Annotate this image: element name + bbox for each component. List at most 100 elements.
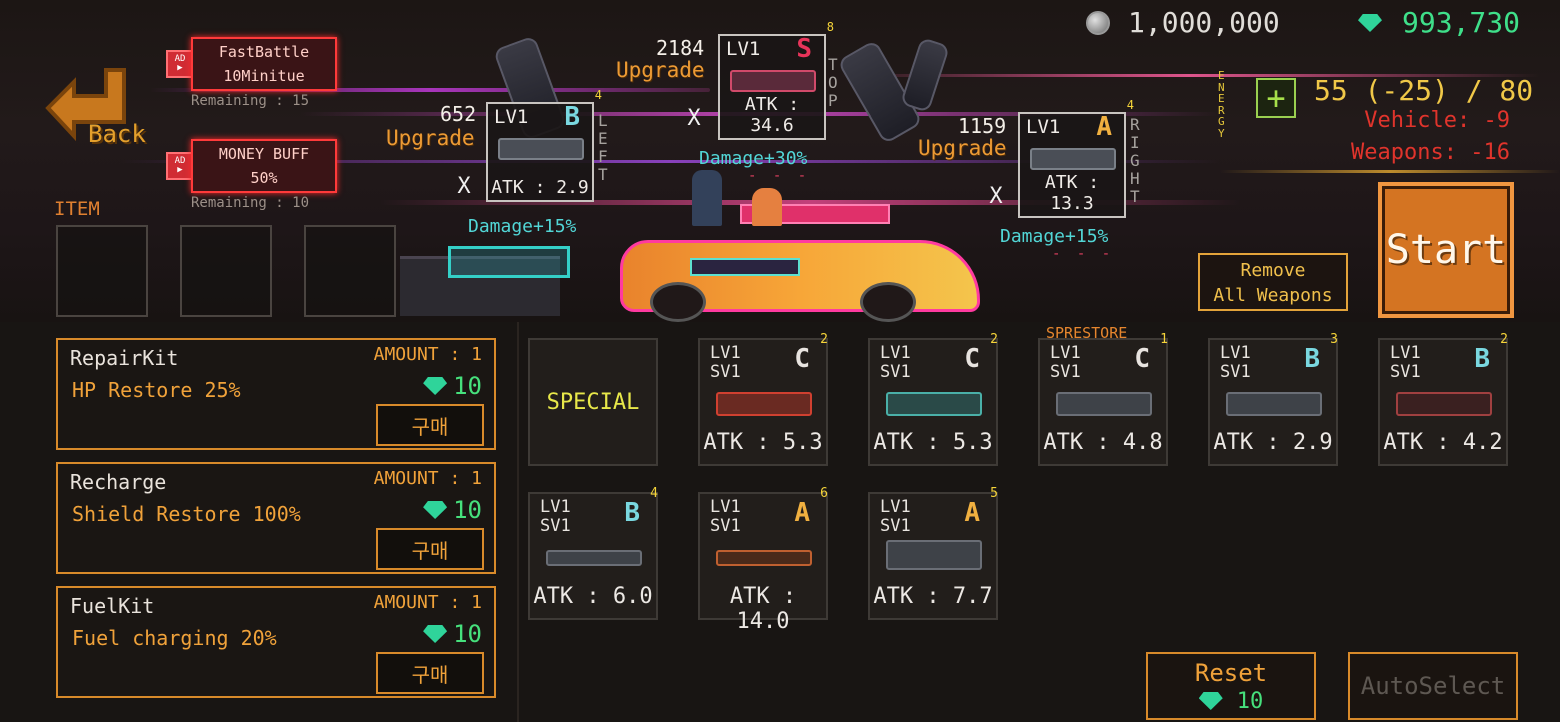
vehicle-window [690, 258, 800, 276]
add-energy-button[interactable]: + [1256, 78, 1296, 118]
weapon-grade: B [564, 102, 580, 132]
weapon-grade: S [796, 34, 812, 64]
weapon-atk: ATK : 13.3 [1044, 172, 1100, 214]
weapon-count: 2 [990, 332, 998, 347]
weapon-icon [1030, 148, 1116, 170]
weapon-icon [1226, 392, 1322, 416]
item-desc: Fuel charging 20% [72, 626, 277, 650]
weapon-level: LV1 [726, 38, 761, 60]
money-buff-button[interactable]: MONEY BUFF 50% [191, 139, 337, 193]
reset-price: 10 [1236, 688, 1264, 714]
weapon-grade: A [1096, 112, 1112, 142]
inventory-weapon[interactable]: LV1 SV1 C 2 ATK : 5.3 [868, 332, 998, 466]
weapon-icon [1056, 392, 1152, 416]
item-slot[interactable] [180, 225, 272, 317]
mount-left-damage: Damage+15% [468, 216, 577, 237]
auto-select-button[interactable]: AutoSelect [1348, 652, 1518, 720]
item-name: FuelKit [70, 594, 155, 618]
remove-all-weapons-button[interactable]: Remove All Weapons [1198, 253, 1348, 311]
item-name: RepairKit [70, 346, 179, 370]
mount-left-upgrade-button[interactable]: Upgrade [386, 126, 475, 150]
weapon-atk: ATK : 34.6 [744, 94, 800, 136]
mount-right-dashes: - - - [1052, 246, 1115, 262]
item-slot[interactable] [56, 225, 148, 317]
energy-vehicle-cost: Vehicle: -9 [1364, 108, 1510, 133]
weapon-grade: B [1474, 344, 1490, 374]
weapon-icon [546, 550, 642, 566]
weapon-grade: B [1304, 344, 1320, 374]
mount-left-label: L E F T [598, 111, 608, 184]
item-card-repairkit: RepairKit AMOUNT : 1 HP Restore 25% 10 구… [56, 338, 496, 450]
item-section-label: ITEM [54, 198, 100, 220]
weapon-grade: C [1134, 344, 1150, 374]
ad-play-icon[interactable]: AD ▶ [166, 152, 194, 180]
back-button[interactable]: Back [88, 120, 146, 148]
panel-divider [517, 322, 519, 722]
weapon-grade: C [794, 344, 810, 374]
item-amount: AMOUNT : 1 [373, 344, 482, 365]
coin-icon [1086, 11, 1110, 35]
ad-play-icon[interactable]: AD ▶ [166, 50, 194, 78]
weapon-icon [730, 70, 816, 92]
mount-top-price: 2184 [656, 36, 705, 60]
weapon-icon [886, 392, 982, 416]
gem-icon [423, 625, 448, 643]
buy-button[interactable]: 구매 [376, 404, 484, 446]
buff-title: MONEY BUFF [218, 145, 310, 163]
vehicle-gunner [752, 188, 782, 226]
buy-button[interactable]: 구매 [376, 652, 484, 694]
inventory-weapon[interactable]: LV1 SV1 B 4 ATK : 6.0 [528, 486, 658, 620]
weapon-grade: A [794, 498, 810, 528]
coin-balance: 1,000,000 [1128, 6, 1280, 39]
weapon-grade: A [964, 498, 980, 528]
weapon-icon [886, 540, 982, 570]
weapon-atk: ATK : 14.0 [729, 584, 797, 634]
energy-weapons-cost: Weapons: -16 [1351, 140, 1510, 165]
mount-top-slot[interactable]: LV1 S 8 ATK : 34.6 [718, 20, 834, 140]
weapon-atk: ATK : 5.3 [703, 430, 823, 455]
item-card-fuelkit: FuelKit AMOUNT : 1 Fuel charging 20% 10 … [56, 586, 496, 698]
weapon-count: 4 [1126, 98, 1134, 112]
vehicle-wheel [860, 282, 916, 322]
reset-button[interactable]: Reset 10 [1146, 652, 1316, 720]
buff-title: FastBattle [218, 43, 310, 61]
weapon-icon [716, 550, 812, 566]
item-desc: HP Restore 25% [72, 378, 241, 402]
weapon-count: 8 [826, 20, 834, 34]
mount-top-remove-button[interactable]: X [676, 100, 712, 136]
item-amount: AMOUNT : 1 [373, 592, 482, 613]
weapon-atk: ATK : 5.3 [873, 430, 993, 455]
gem-balance: 993,730 [1402, 6, 1521, 39]
inventory-weapon[interactable]: LV1 SV1 C 1 ATK : 4.8 [1038, 332, 1168, 466]
mount-left-remove-button[interactable]: X [446, 168, 482, 204]
special-tab-button[interactable]: SPECIAL [528, 338, 658, 466]
mount-top-dashes: - - - [748, 168, 811, 184]
energy-vertical-label: E N E R G Y [1218, 69, 1225, 140]
start-button[interactable]: Start [1378, 182, 1514, 318]
item-card-recharge: Recharge AMOUNT : 1 Shield Restore 100% … [56, 462, 496, 574]
neon-sign [448, 246, 570, 278]
fastbattle-buff-button[interactable]: FastBattle 10Minitue [191, 37, 337, 91]
inventory-weapon[interactable]: LV1 SV1 A 6 ATK : 14.0 [698, 486, 828, 634]
mount-right-remove-button[interactable]: X [978, 178, 1014, 214]
gem-icon [1198, 692, 1223, 710]
buff-remaining: Remaining : 10 [191, 195, 310, 211]
weapon-atk: ATK : 2.9 [491, 177, 589, 198]
weapon-atk: ATK : 7.7 [873, 584, 993, 609]
mount-right-slot[interactable]: LV1 A 4 ATK : 13.3 [1018, 98, 1134, 218]
item-amount: AMOUNT : 1 [373, 468, 482, 489]
item-price: 10 [423, 620, 482, 648]
mount-left-slot[interactable]: LV1 B 4 ATK : 2.9 [486, 88, 602, 202]
buff-subtitle: 10Minitue [223, 67, 305, 85]
weapon-level: LV1 [1026, 116, 1061, 138]
mount-right-upgrade-button[interactable]: Upgrade [918, 136, 1007, 160]
vehicle-wheel [650, 282, 706, 322]
mount-top-upgrade-button[interactable]: Upgrade [616, 58, 705, 82]
inventory-weapon[interactable]: LV1 SV1 C 2 ATK : 5.3 [698, 332, 828, 466]
inventory-weapon[interactable]: LV1 SV1 B 2 ATK : 4.2 [1378, 332, 1508, 466]
item-slot[interactable] [304, 225, 396, 317]
weapon-grade: C [964, 344, 980, 374]
inventory-weapon[interactable]: LV1 SV1 A 5 ATK : 7.7 [868, 486, 998, 620]
buy-button[interactable]: 구매 [376, 528, 484, 570]
inventory-weapon[interactable]: LV1 SV1 B 3 ATK : 2.9 [1208, 332, 1338, 466]
